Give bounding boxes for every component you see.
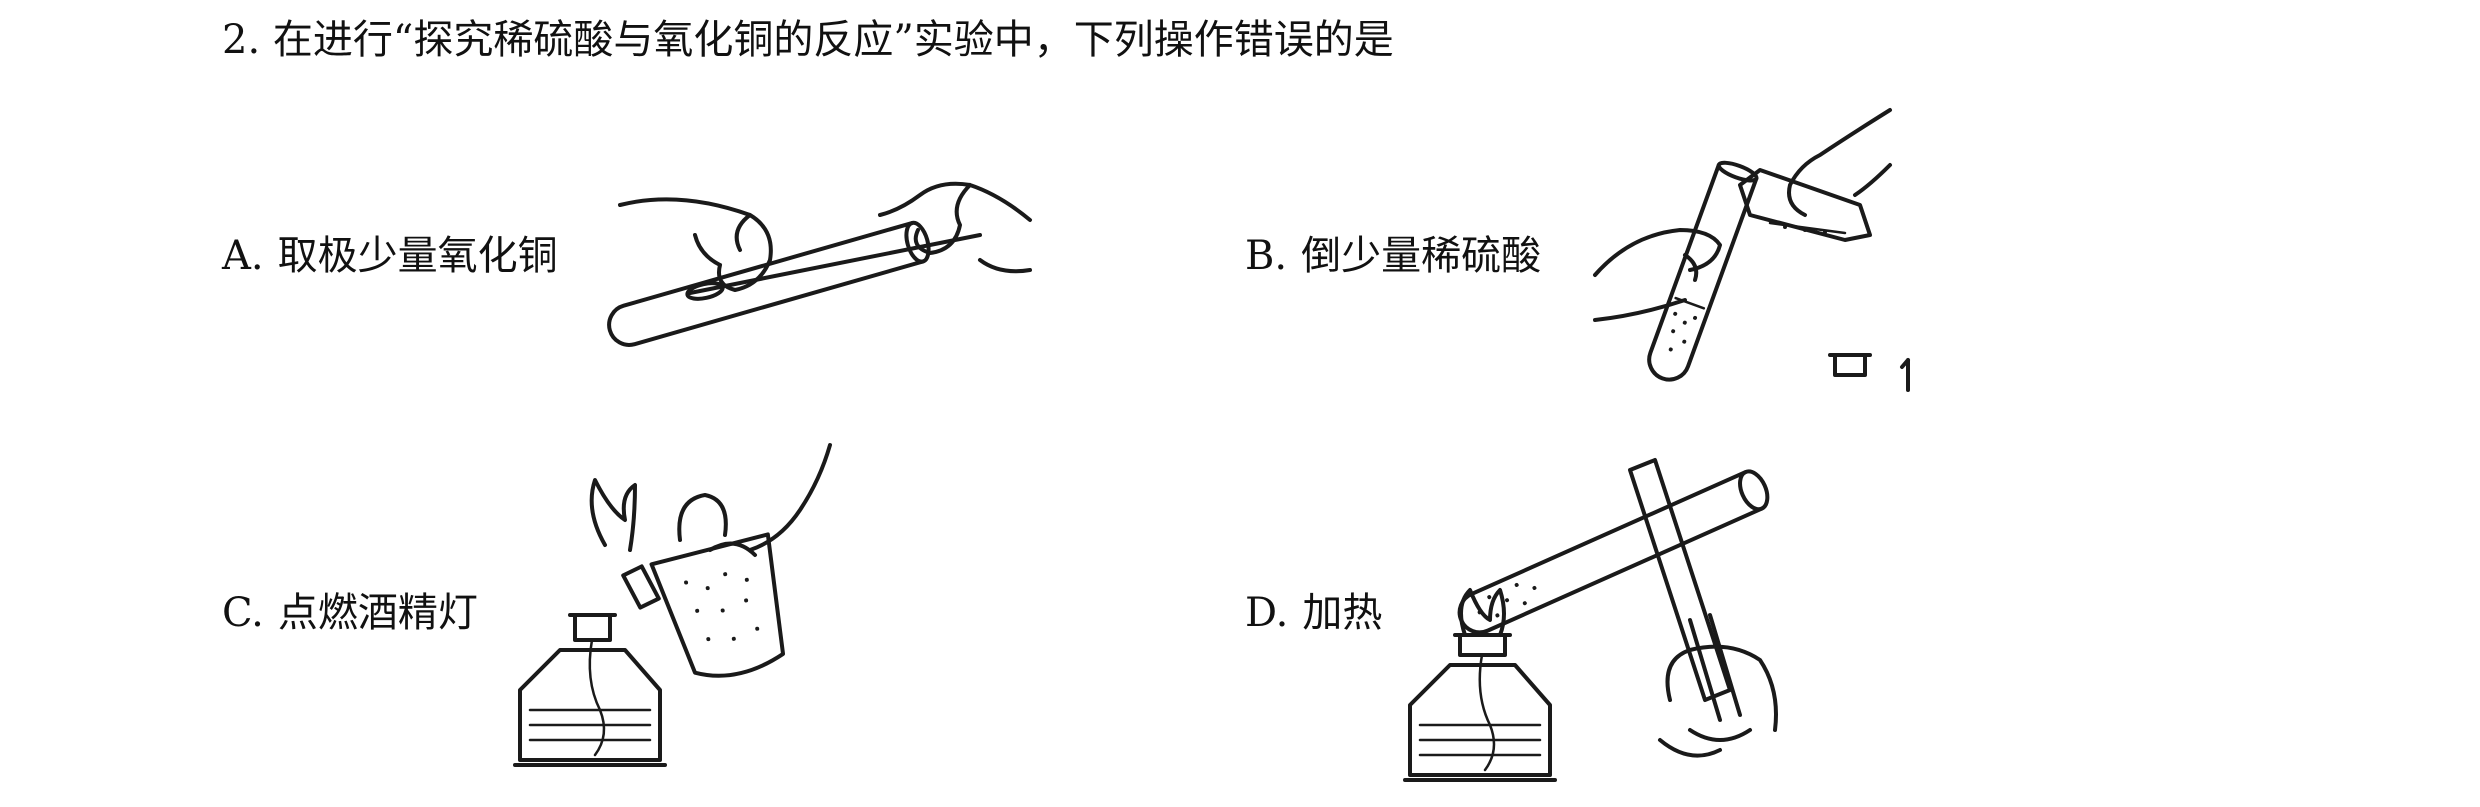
option-b: B. 倒少量稀硫酸 <box>1245 228 1541 284</box>
option-d-text: 加热 <box>1302 590 1383 636</box>
illustration-heat-tube <box>1403 458 1778 782</box>
illustration-light-lamp <box>513 443 832 767</box>
illustration-pour-acid <box>1593 108 1910 392</box>
option-c-text: 点燃酒精灯 <box>277 590 478 636</box>
option-a-letter: A. <box>222 233 264 279</box>
option-b-letter: B. <box>1245 233 1288 279</box>
option-d: D. 加热 <box>1245 585 1382 641</box>
option-b-text: 倒少量稀硫酸 <box>1301 233 1542 279</box>
question-text: 在进行“探究稀硫酸与氧化铜的反应”实验中，下列操作错误的是 <box>272 17 1394 63</box>
question-stem: 2. 在进行“探究稀硫酸与氧化铜的反应”实验中，下列操作错误的是 <box>222 10 1394 70</box>
option-a: A. 取极少量氧化铜 <box>222 228 558 284</box>
option-c-letter: C. <box>222 590 264 636</box>
option-c: C. 点燃酒精灯 <box>222 585 478 641</box>
question-number: 2. <box>222 17 261 63</box>
option-d-letter: D. <box>1245 590 1289 636</box>
option-a-text: 取极少量氧化铜 <box>277 233 558 279</box>
illustration-take-copper-oxide <box>607 181 1032 347</box>
